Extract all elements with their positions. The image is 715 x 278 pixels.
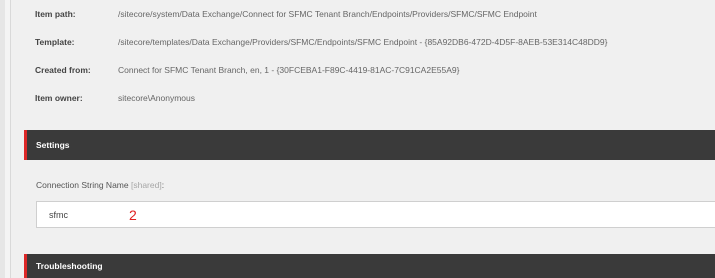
- info-row-item-path: Item path: /sitecore/system/Data Exchang…: [24, 0, 715, 28]
- info-label: Item owner:: [35, 93, 83, 103]
- section-troubleshooting-title: Troubleshooting: [36, 261, 103, 271]
- info-value: sitecore\Anonymous: [118, 93, 196, 103]
- content-editor-panel: Item path: /sitecore/system/Data Exchang…: [24, 0, 715, 278]
- left-gutter-accent: [0, 0, 5, 278]
- info-row-template: Template: /sitecore/templates/Data Excha…: [24, 28, 715, 56]
- info-value: /sitecore/templates/Data Exchange/Provid…: [118, 37, 608, 47]
- field-label-text: Connection String Name: [36, 180, 129, 190]
- section-settings-title: Settings: [36, 140, 70, 150]
- field-label-colon: :: [161, 180, 165, 190]
- annotation-number: 2: [129, 206, 137, 223]
- info-row-item-owner: Item owner: sitecore\Anonymous: [24, 84, 715, 112]
- input-value: sfmc: [49, 209, 68, 220]
- info-value: /sitecore/system/Data Exchange/Connect f…: [118, 9, 537, 19]
- left-gutter: [0, 0, 11, 278]
- connection-string-name-label: Connection String Name [shared]:: [36, 180, 164, 190]
- info-label: Template:: [35, 37, 75, 47]
- field-shared-tag: [shared]: [130, 180, 162, 190]
- info-label: Created from:: [35, 65, 91, 75]
- section-settings-header[interactable]: Settings: [24, 130, 715, 160]
- info-label: Item path:: [35, 9, 76, 19]
- connection-string-name-input[interactable]: sfmc 2: [36, 201, 715, 228]
- info-row-created-from: Created from: Connect for SFMC Tenant Br…: [24, 56, 715, 84]
- info-value: Connect for SFMC Tenant Branch, en, 1 - …: [118, 65, 460, 75]
- section-troubleshooting-header[interactable]: Troubleshooting: [24, 254, 715, 278]
